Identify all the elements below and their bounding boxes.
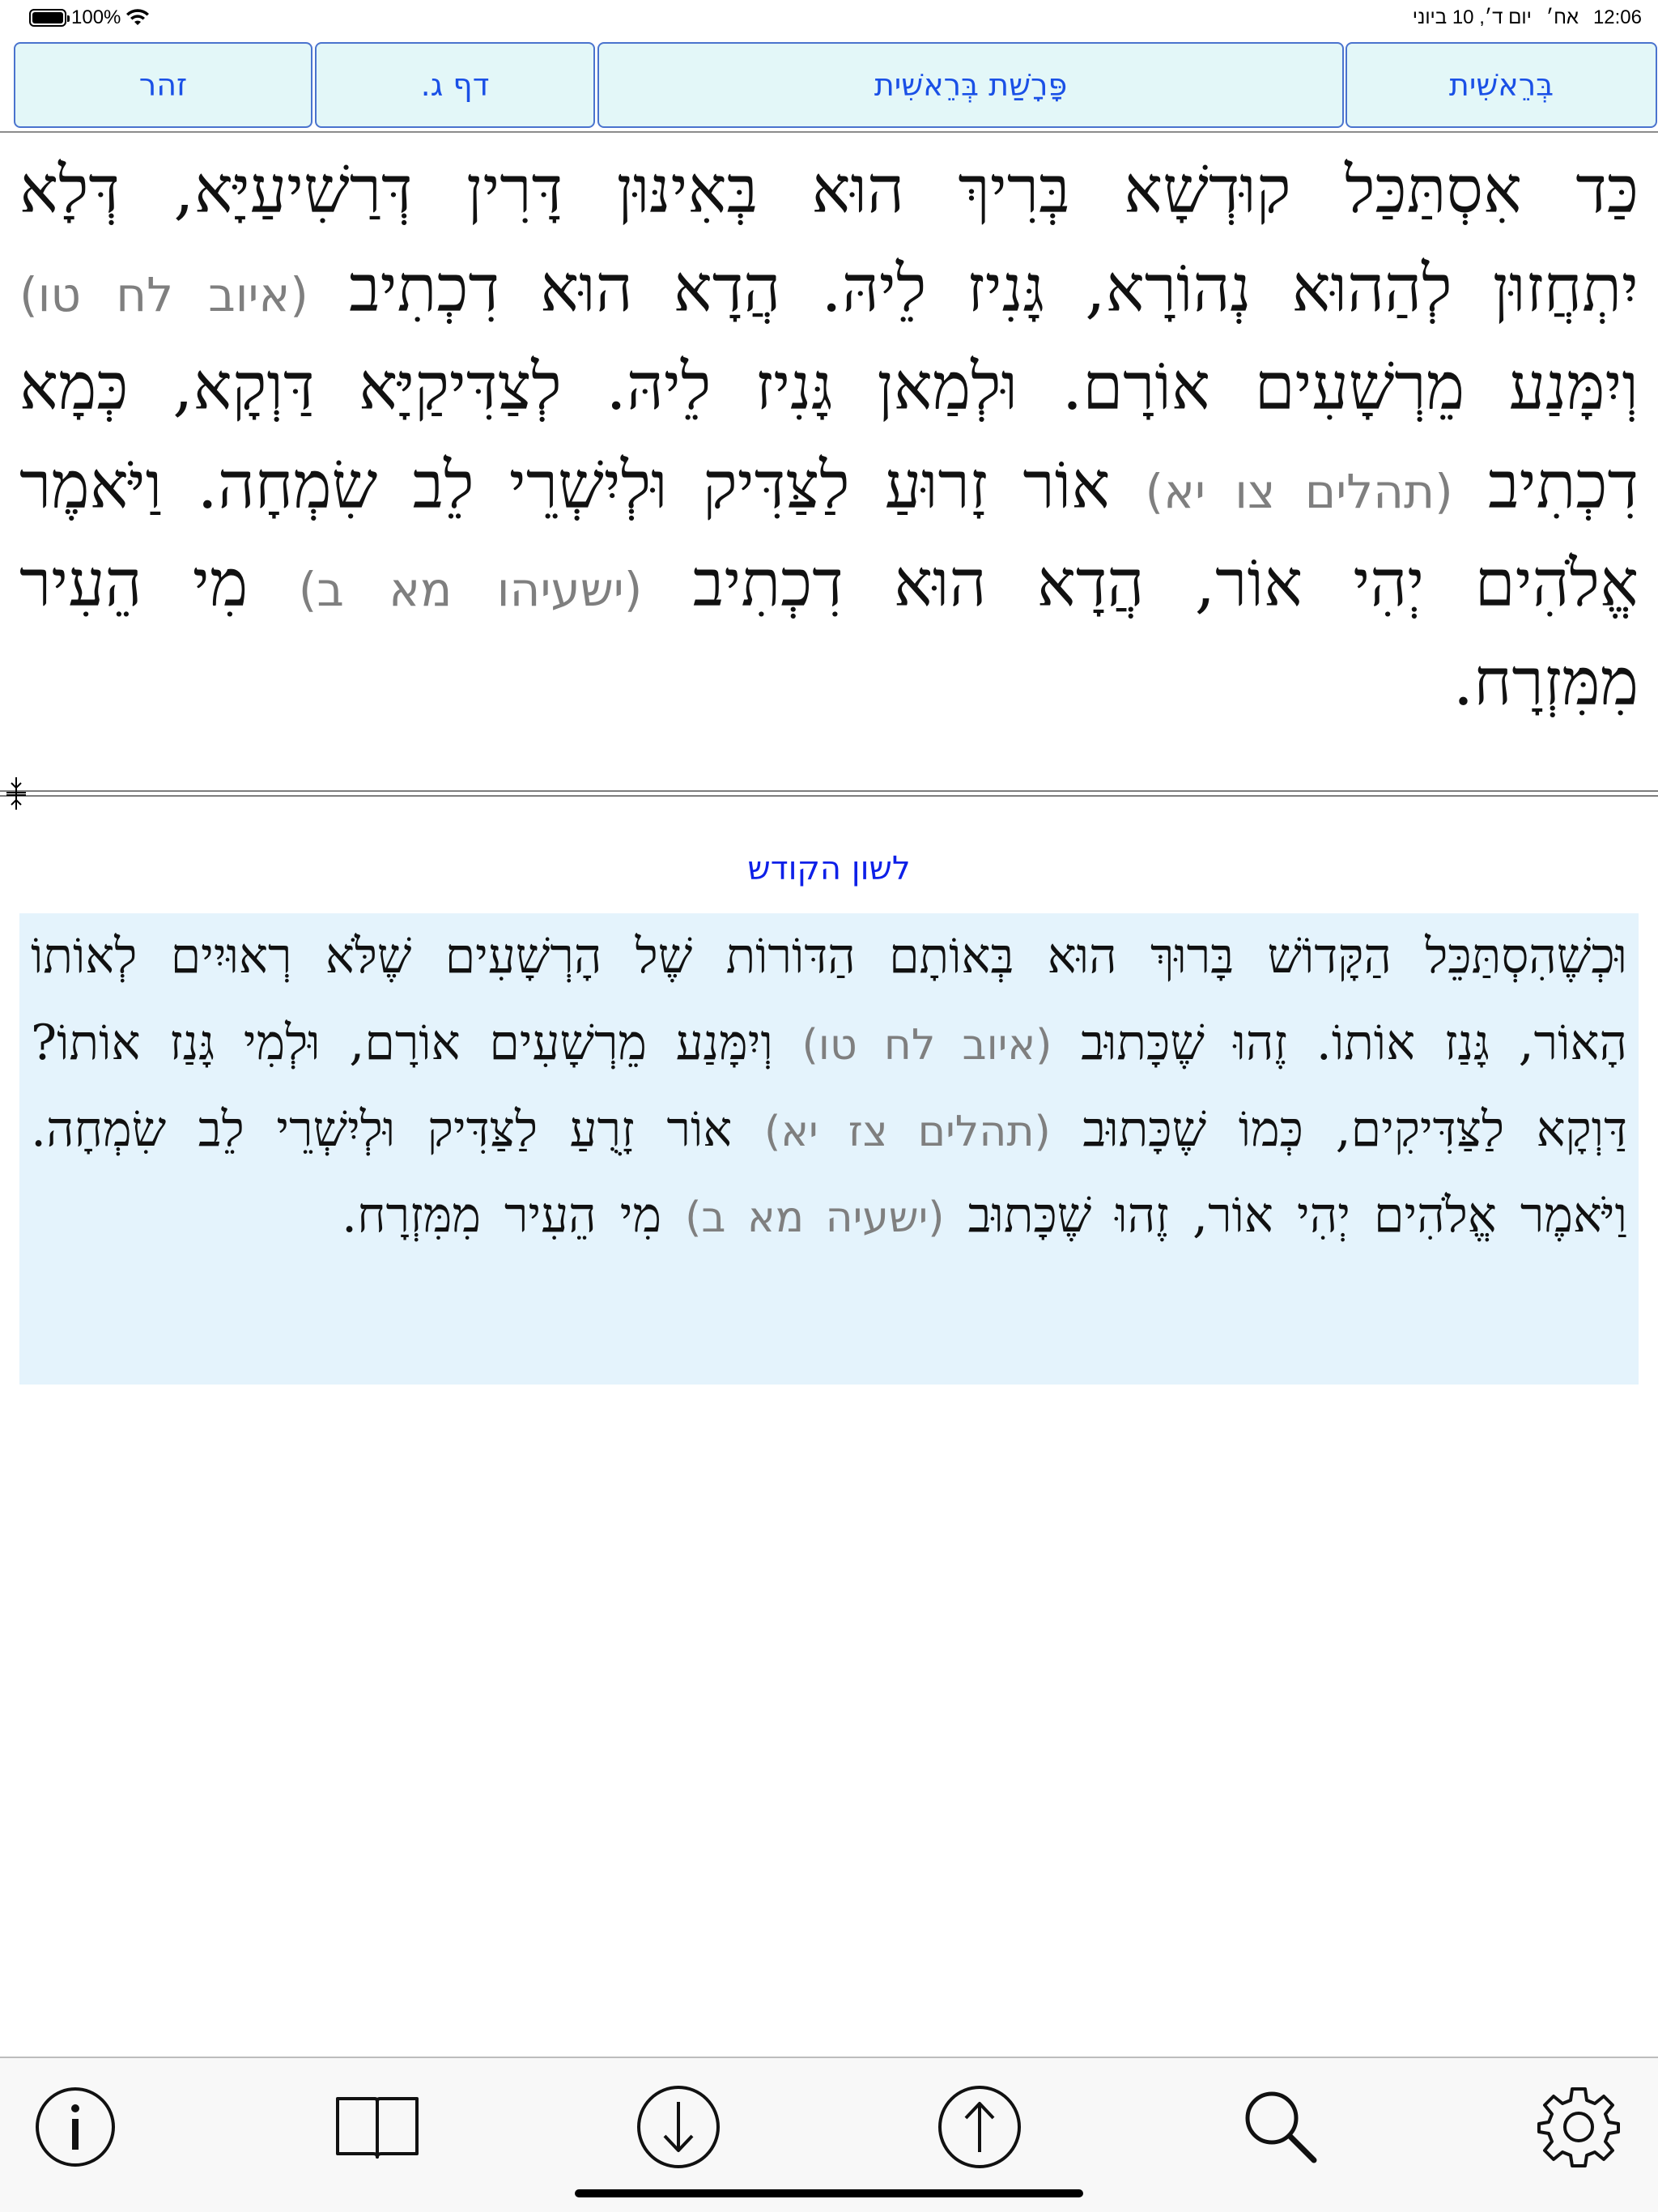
translation-reference[interactable]: (תהלים צז יא) [764,1108,1051,1156]
wifi-icon [126,9,150,25]
gear-icon [1537,2087,1620,2167]
battery-icon [29,9,70,27]
aramaic-text-pane[interactable]: כַּד אִסְתַּכַּל קוּדְשָׁא בְּרִיךְ הוּא… [19,141,1639,789]
splitter-handle-icon[interactable] [3,776,29,811]
aramaic-reference[interactable]: (ישעיהו מא ב) [299,562,643,617]
arrow-up-icon [938,2086,1021,2168]
info-button[interactable] [31,2082,120,2172]
search-button[interactable] [1236,2082,1325,2172]
search-icon [1245,2091,1317,2163]
nav-book-button[interactable]: בְּרֵאשִׁית [1346,42,1657,128]
status-right: 12:06 אח׳ יום ד׳, 10 ביוני [1413,6,1642,29]
info-icon [36,2087,115,2167]
translation-text-pane[interactable]: וּכְשֶׁהִסְתַּכֵּל הַקָּדוֹשׁ בָּרוּךְ ה… [19,913,1639,1385]
status-date: יום ד׳, 10 ביוני [1412,6,1532,28]
pane-splitter-line [0,795,1658,797]
next-down-button[interactable] [634,2082,723,2172]
arrow-down-icon [637,2086,720,2168]
book-icon [336,2097,419,2159]
header-divider [0,131,1658,133]
translation-reference[interactable]: (ישעיה מא ב) [685,1193,944,1242]
status-bar: 100% 12:06 אח׳ יום ד׳, 10 ביוני [0,0,1658,37]
aramaic-reference[interactable]: (תהלים צו יא) [1146,464,1453,519]
previous-up-button[interactable] [935,2082,1024,2172]
translation-reference[interactable]: (איוב לח טו) [802,1021,1052,1070]
nav-page-button[interactable]: דף ג. [315,42,595,128]
nav-zohar-button[interactable]: זהר [14,42,312,128]
translation-language-label: לשון הקודש [747,850,911,887]
pane-splitter-line [0,790,1658,792]
book-button[interactable] [333,2082,422,2172]
home-indicator[interactable] [575,2189,1083,2197]
settings-button[interactable] [1534,2082,1623,2172]
translation-text: מִי הֵעִיר מִמִּזְרָח. [342,1187,662,1244]
status-period: אח׳ [1545,6,1579,28]
battery-percent: 100% [71,6,121,28]
status-left: 100% [29,6,150,29]
aramaic-reference[interactable]: (איוב לח טו) [19,267,308,322]
status-time: 12:06 [1592,6,1642,28]
nav-parasha-button[interactable]: פָּרָשַׁת בְּרֵאשִׁית [597,42,1344,128]
